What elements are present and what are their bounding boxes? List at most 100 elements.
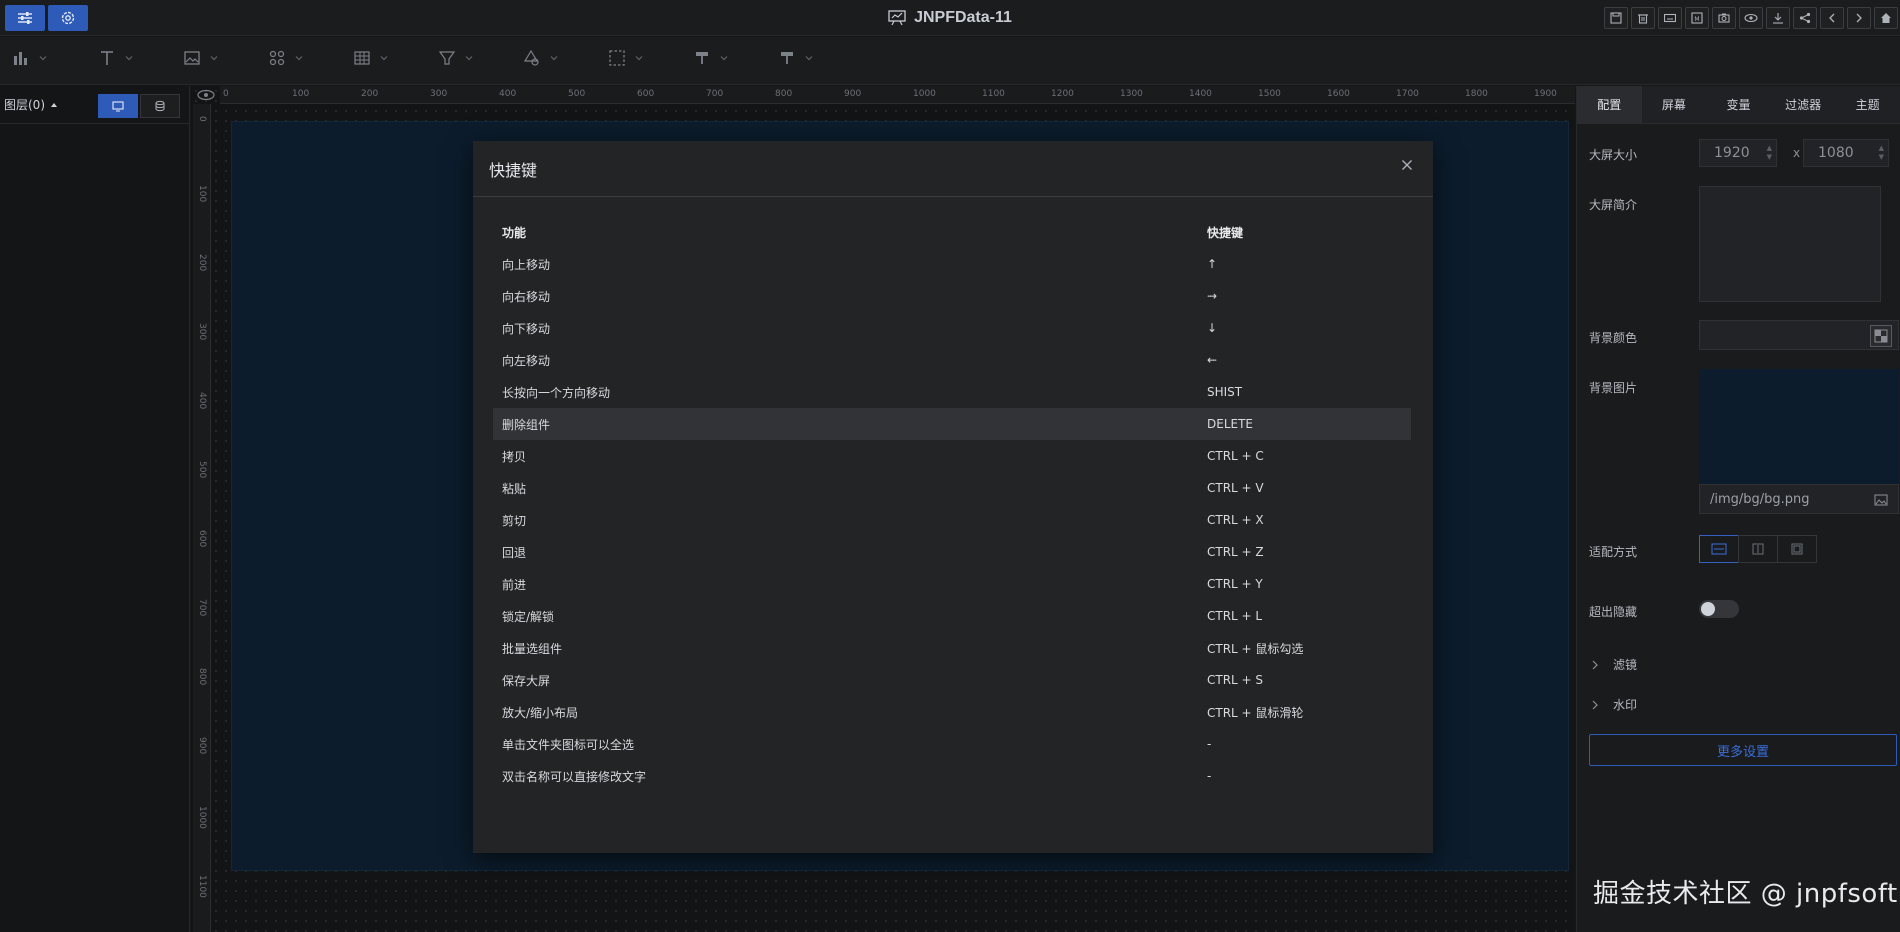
chart-tool[interactable] [12, 49, 48, 67]
paint-roller-icon [781, 52, 793, 64]
text-tool[interactable] [98, 49, 134, 67]
chevron-down-icon [635, 56, 643, 61]
ruler-top-tick: 1900 [1534, 89, 1557, 99]
shortcut-function: 向下移动 [502, 321, 551, 336]
overflow-toggle[interactable] [1699, 600, 1739, 618]
ruler-eye-toggle[interactable] [196, 87, 216, 103]
shortcut-table: 功能 快捷键 向上移动 ↑ 向右移动 → 向下移动 ↓ 向左移动 ← 长按向一个方向移动 SHIS… [493, 216, 1411, 792]
shortcut-keys: DELETE [1207, 417, 1254, 431]
shortcut-keys: CTRL + S [1207, 673, 1264, 687]
tab-1[interactable]: 屏幕 [1642, 86, 1707, 123]
shortcut-keys: CTRL + 鼠标滑轮 [1207, 705, 1304, 720]
table-row: 删除组件 DELETE [493, 408, 1411, 440]
close-button[interactable] [1397, 155, 1417, 175]
table-tool[interactable] [353, 49, 389, 67]
tab-4[interactable]: 主题 [1835, 86, 1900, 123]
keyboard-button[interactable] [1658, 7, 1682, 29]
monitor-icon [112, 101, 124, 112]
shortcut-dialog: 快捷键 功能 快捷键 向上移动 ↑ 向右移动 → 向下移动 ↓ 向左移动 ← 长按向一个方向移动… [473, 141, 1433, 853]
ruler-left-tick: 600 [197, 530, 207, 548]
shortcut-keys: SHIST [1207, 385, 1243, 399]
color-picker-swatch[interactable] [1870, 325, 1892, 347]
download-button[interactable] [1766, 7, 1790, 29]
ruler-left-tick: 200 [197, 254, 207, 272]
bg-color-label: 背景颜色 [1589, 331, 1638, 345]
table-row: 双击名称可以直接修改文字 - [493, 760, 1411, 792]
settings-sliders-button[interactable] [5, 5, 45, 31]
keyboard-icon [1664, 13, 1676, 23]
ruler-left-tick: 300 [197, 323, 207, 341]
export-button[interactable]: M [1685, 7, 1709, 29]
database-tab[interactable] [140, 94, 180, 118]
height-input[interactable]: 1080 ▲ ▼ [1803, 139, 1889, 167]
image-icon [184, 51, 200, 65]
table-row: 拷贝 CTRL + C [493, 440, 1411, 472]
filter-tool[interactable] [438, 49, 474, 67]
shortcut-keys: → [1207, 289, 1218, 303]
shortcut-keys: ↑ [1207, 257, 1218, 271]
intro-textarea[interactable] [1699, 186, 1881, 302]
width-stepper[interactable]: ▲ ▼ [1767, 144, 1772, 162]
intro-label: 大屏简介 [1589, 198, 1638, 212]
tab-0[interactable]: 配置 [1577, 86, 1642, 123]
shape-tool[interactable] [523, 49, 559, 67]
eye-icon [197, 89, 215, 101]
shortcut-keys: CTRL + 鼠标勾选 [1207, 641, 1304, 656]
custom-tool[interactable] [778, 49, 814, 67]
bg-color-input[interactable] [1699, 320, 1899, 350]
border-tool[interactable] [608, 49, 644, 67]
delete-button[interactable] [1631, 7, 1655, 29]
ruler-top-tick: 1200 [1051, 89, 1074, 99]
fit-width-button[interactable] [1699, 535, 1739, 563]
undo-button[interactable] [1820, 7, 1844, 29]
ruler-top-tick: 1100 [982, 89, 1005, 99]
bar-chart-icon [14, 52, 27, 65]
preview-button[interactable] [1739, 7, 1763, 29]
widget-tool[interactable] [268, 49, 304, 67]
height-stepper[interactable]: ▲ ▼ [1879, 144, 1884, 162]
text-icon [101, 51, 113, 65]
fit-full-button[interactable] [1777, 535, 1817, 563]
ruler-top-tick: 900 [844, 89, 862, 99]
save-button[interactable] [1604, 7, 1628, 29]
ruler-top-tick: 1000 [913, 89, 936, 99]
screenshot-button[interactable] [1712, 7, 1736, 29]
dialog-header: 快捷键 [473, 141, 1433, 197]
home-button[interactable] [1874, 7, 1898, 29]
tab-3[interactable]: 过滤器 [1771, 86, 1836, 123]
database-icon [155, 100, 165, 112]
decoration-tool[interactable] [693, 49, 729, 67]
fit-height-button[interactable] [1738, 535, 1778, 563]
redo-button[interactable] [1847, 7, 1871, 29]
gear-button[interactable] [48, 5, 88, 31]
toggle-knob [1701, 602, 1715, 616]
image-tool[interactable] [183, 49, 219, 67]
ruler-top-tick: 1700 [1396, 89, 1419, 99]
image-icon[interactable] [1874, 494, 1888, 506]
filter-collapse[interactable]: 滤镜 [1591, 656, 1637, 673]
shortcut-keys: CTRL + L [1207, 609, 1263, 623]
caret-up-icon[interactable] [49, 100, 59, 110]
layers-label[interactable]: 图层(0) [4, 96, 45, 113]
watermark-collapse[interactable]: 水印 [1591, 696, 1637, 713]
tab-2[interactable]: 变量 [1706, 86, 1771, 123]
share-button[interactable] [1793, 7, 1817, 29]
monitor-tab[interactable] [98, 94, 138, 118]
ruler-top-tick: 1800 [1465, 89, 1488, 99]
width-input[interactable]: 1920 ▲ ▼ [1699, 139, 1777, 167]
chevron-down-icon [295, 56, 303, 61]
shortcut-keys: CTRL + Z [1207, 545, 1264, 559]
chevron-down-icon [39, 56, 47, 61]
shortcut-function: 向右移动 [502, 289, 551, 304]
bg-image-preview[interactable] [1699, 369, 1899, 484]
ruler-left-tick: 0 [197, 116, 207, 122]
more-settings-button[interactable]: 更多设置 [1589, 734, 1897, 766]
ruler-left: 0 100 200 300 400 500 600 700 800 900 1000 1100 [193, 104, 211, 932]
watermark-label: 水印 [1613, 698, 1638, 712]
top-actions: M [1604, 7, 1898, 29]
ruler-top-tick: 1500 [1258, 89, 1281, 99]
bg-image-path: /img/bg/bg.png [1710, 491, 1810, 507]
fit-width-icon [1711, 543, 1727, 555]
bg-image-path-input[interactable]: /img/bg/bg.png [1699, 484, 1899, 514]
shortcut-function: 前进 [502, 577, 527, 592]
